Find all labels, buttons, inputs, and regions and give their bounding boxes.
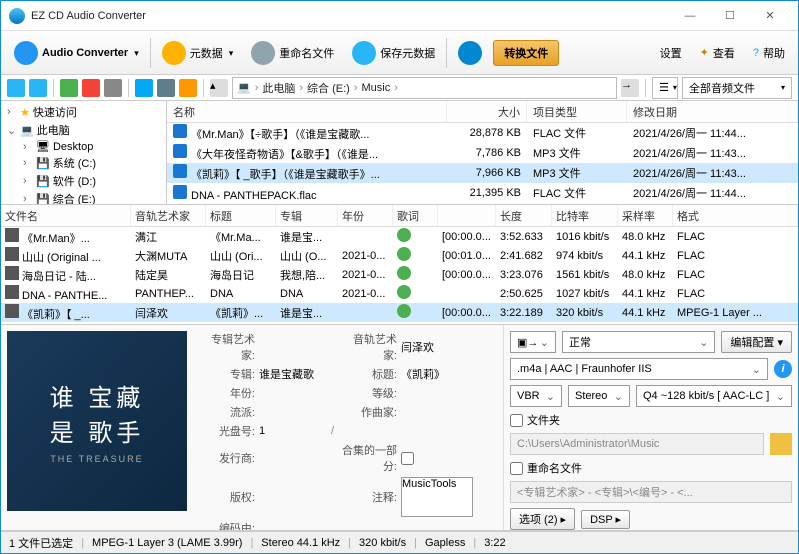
rename-check[interactable] [510, 462, 523, 475]
album-cover[interactable]: 谁 宝藏 是 歌手 THE TREASURE [7, 331, 187, 511]
refresh-icon[interactable] [60, 79, 78, 97]
status-duration: 3:22 [484, 537, 505, 549]
folder-check[interactable] [510, 414, 523, 427]
star-icon[interactable] [179, 79, 197, 97]
track-row[interactable]: 海岛日记 - 陆...陆定昊海岛日记我想,陪...2021-0...[00:00… [1, 265, 798, 284]
folder-tree: ›★快速访问 ⌄💻此电脑 ›🖥Desktop ›💾系统 (C:) ›💾软件 (D… [1, 101, 167, 204]
fwd-icon[interactable] [29, 79, 47, 97]
track-row[interactable]: 山山 (Original ...大渊MUTA山山 (Ori...山山 (O...… [1, 246, 798, 265]
monitor-icon[interactable] [157, 79, 175, 97]
tree-drive-d[interactable]: ›💾软件 (D:) [21, 172, 162, 190]
info-icon[interactable]: i [774, 360, 792, 378]
output-settings: ▣→ 正常 编辑配置 ▾ .m4a | AAC | Fraunhofer IIS… [503, 325, 798, 530]
vbr-dropdown[interactable]: VBR [510, 385, 562, 407]
convert-icon-button[interactable] [451, 37, 489, 69]
quality-dropdown[interactable]: Q4 ~128 kbit/s [ AAC-LC ] [636, 385, 792, 407]
status-selected: 1 文件已选定 [9, 535, 73, 551]
view-link[interactable]: ✦查看 [693, 41, 742, 65]
file-row[interactable]: 《大年夜怪奇物语》【&歌手】（《谁是...7,786 KBMP3 文件2021/… [167, 143, 798, 163]
rename-pattern: <专辑艺术家> - <专辑>\<编号> - <... [510, 481, 792, 503]
stop-icon[interactable] [82, 79, 100, 97]
tree-pc[interactable]: ⌄💻此电脑 [5, 121, 162, 139]
file-list: 名称 大小 项目类型 修改日期 《Mr.Man》【÷歌手】（《谁是宝藏歌...2… [167, 101, 798, 204]
filter-dropdown[interactable]: 全部音频文件▾ [682, 77, 792, 99]
file-list-header[interactable]: 名称 大小 项目类型 修改日期 [167, 101, 798, 123]
status-codec: MPEG-1 Layer 3 (LAME 3.99r) [92, 537, 242, 549]
file-row[interactable]: DNA - PANTHEPACK.flac21,395 KBFLAC 文件202… [167, 183, 798, 203]
converter-icon [14, 41, 38, 65]
status-bar: 1 文件已选定| MPEG-1 Layer 3 (LAME 3.99r)| St… [1, 531, 798, 553]
file-row[interactable]: 《凯莉》【 _歌手】（《谁是宝藏歌手》...7,966 KBMP3 文件2021… [167, 163, 798, 183]
rename-button[interactable]: 重命名文件 [244, 37, 341, 69]
status-stereo: Stereo 44.1 kHz [261, 537, 340, 549]
settings-link[interactable]: 设置 [653, 41, 689, 65]
status-gapless: Gapless [425, 537, 465, 549]
edit-config-button[interactable]: 编辑配置 ▾ [721, 331, 792, 353]
view-mode-dropdown[interactable]: ☰▾ [652, 77, 678, 99]
track-list: 文件名 音轨艺术家 标题 专辑 年份 歌词 长度 比特率 采样率 格式 《Mr.… [1, 205, 798, 325]
mode-dropdown[interactable]: 正常 [562, 331, 715, 353]
codec-dropdown[interactable]: .m4a | AAC | Fraunhofer IIS [510, 358, 768, 380]
window-title: EZ CD Audio Converter [31, 10, 670, 22]
mode-icon-dropdown[interactable]: ▣→ [510, 331, 556, 353]
album-field[interactable]: 谁是宝藏歌 [259, 366, 329, 382]
disc-field[interactable]: 1 [259, 425, 329, 437]
app-icon [9, 8, 25, 24]
audio-converter-button[interactable]: Audio Converter [7, 37, 146, 69]
tree-desktop[interactable]: ›🖥Desktop [21, 139, 162, 154]
browse-folder-icon[interactable] [770, 433, 792, 455]
back-icon[interactable] [7, 79, 25, 97]
save-meta-button[interactable]: 保存元数据 [345, 37, 442, 69]
dsp-button[interactable]: DSP ▸ [581, 510, 630, 529]
tree-quick[interactable]: ›★快速访问 [5, 103, 162, 121]
title-field[interactable]: 《凯莉》 [401, 366, 471, 382]
rename-icon [251, 41, 275, 65]
tool-icon[interactable] [104, 79, 122, 97]
comment-field[interactable] [401, 477, 473, 517]
minimize-button[interactable]: — [670, 2, 710, 30]
track-row[interactable]: 《凯莉》【 _...闫泽欢《凯莉》...谁是宝...[00:00.0...3:2… [1, 303, 798, 322]
notes-icon [458, 41, 482, 65]
metadata-icon [162, 41, 186, 65]
close-button[interactable]: ✕ [750, 2, 790, 30]
folder-path: C:\Users\Administrator\Music [510, 433, 764, 455]
metadata-button[interactable]: 元数据 [155, 37, 241, 69]
status-bitrate: 320 kbit/s [359, 537, 406, 549]
help-link[interactable]: ?帮助 [746, 41, 792, 65]
track-list-header[interactable]: 文件名 音轨艺术家 标题 专辑 年份 歌词 长度 比特率 采样率 格式 [1, 205, 798, 227]
pc-icon: 💻 [237, 81, 251, 94]
maximize-button[interactable]: ☐ [710, 2, 750, 30]
detail-panel: 谁 宝藏 是 歌手 THE TREASURE 专辑艺术家:音轨艺术家:闫泽欢 专… [1, 325, 798, 531]
nav-bar: ▴ 💻 ›此电脑 ›综合 (E:) ›Music › → ☰▾ 全部音频文件▾ [1, 75, 798, 101]
track-artist-field[interactable]: 闫泽欢 [401, 339, 471, 355]
tree-drive-c[interactable]: ›💾系统 (C:) [21, 154, 162, 172]
file-row[interactable]: 《Mr.Man》【÷歌手】（《谁是宝藏歌...28,878 KBFLAC 文件2… [167, 123, 798, 143]
options-button[interactable]: 选项 (2) ▸ [510, 508, 575, 530]
main-toolbar: Audio Converter 元数据 重命名文件 保存元数据 转换文件 设置 … [1, 31, 798, 75]
compilation-check[interactable] [401, 452, 414, 465]
save-icon [352, 41, 376, 65]
up-icon[interactable]: ▴ [210, 79, 228, 97]
stereo-dropdown[interactable]: Stereo [568, 385, 630, 407]
convert-button[interactable]: 转换文件 [493, 40, 559, 66]
title-bar: EZ CD Audio Converter — ☐ ✕ [1, 1, 798, 31]
breadcrumb[interactable]: 💻 ›此电脑 ›综合 (E:) ›Music › [232, 77, 617, 99]
home-icon[interactable] [135, 79, 153, 97]
track-row[interactable]: DNA - PANTHE...PANTHEP...DNADNA2021-0...… [1, 284, 798, 303]
tree-drive-e[interactable]: ›💾综合 (E:) [21, 190, 162, 204]
metadata-form: 专辑艺术家:音轨艺术家:闫泽欢 专辑:谁是宝藏歌标题:《凯莉》 年份:等级: 流… [193, 325, 503, 530]
track-row[interactable]: 《Mr.Man》...满江《Mr.Ma...谁是宝...[00:00.0...3… [1, 227, 798, 246]
file-row[interactable]: 海岛日记 陆定昊 27,712 KBFLAC 文件2021/4/26/周一 11… [167, 203, 798, 204]
go-icon[interactable]: → [621, 79, 639, 97]
